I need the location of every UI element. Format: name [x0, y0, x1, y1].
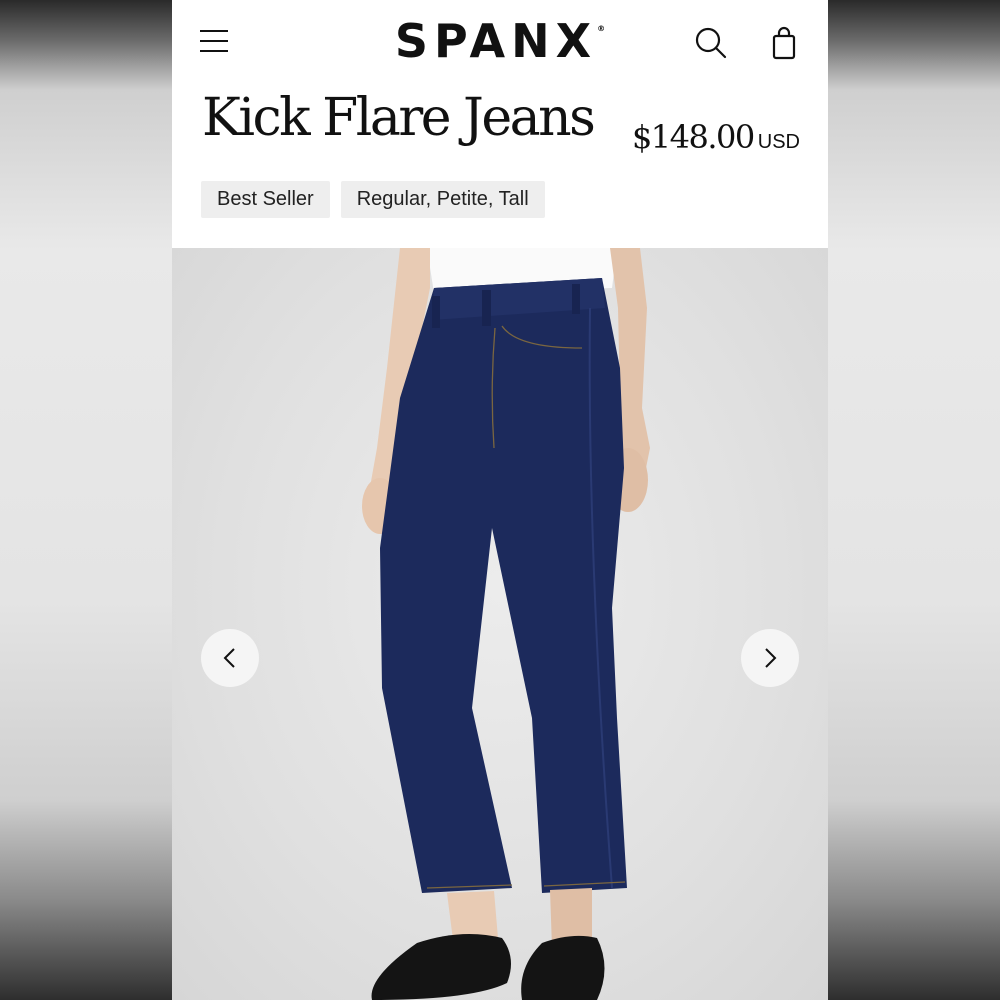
- blurred-background-left: [0, 0, 172, 1000]
- price-amount: $148.00: [631, 118, 755, 156]
- previous-image-button[interactable]: [201, 629, 259, 687]
- chevron-left-icon: [223, 648, 235, 668]
- product-page: SPANX® Kick Flare Jeans $148.00 USD Best …: [172, 0, 828, 1000]
- product-price: $148.00 USD: [632, 118, 800, 156]
- product-image-carousel[interactable]: [172, 248, 828, 1000]
- price-currency: USD: [757, 131, 800, 153]
- search-icon[interactable]: [694, 26, 728, 60]
- blurred-background-right: [828, 0, 1000, 1000]
- product-badges: Best Seller Regular, Petite, Tall: [201, 181, 545, 218]
- brand-logo[interactable]: SPANX®: [172, 14, 828, 68]
- shopping-bag-icon[interactable]: [770, 26, 798, 62]
- best-seller-badge: Best Seller: [201, 181, 330, 218]
- fit-options-badge: Regular, Petite, Tall: [340, 181, 545, 218]
- product-title: Kick Flare Jeans: [202, 88, 596, 148]
- product-photo: [362, 248, 650, 1000]
- site-header: SPANX®: [172, 0, 828, 90]
- chevron-right-icon: [765, 648, 777, 668]
- next-image-button[interactable]: [741, 629, 799, 687]
